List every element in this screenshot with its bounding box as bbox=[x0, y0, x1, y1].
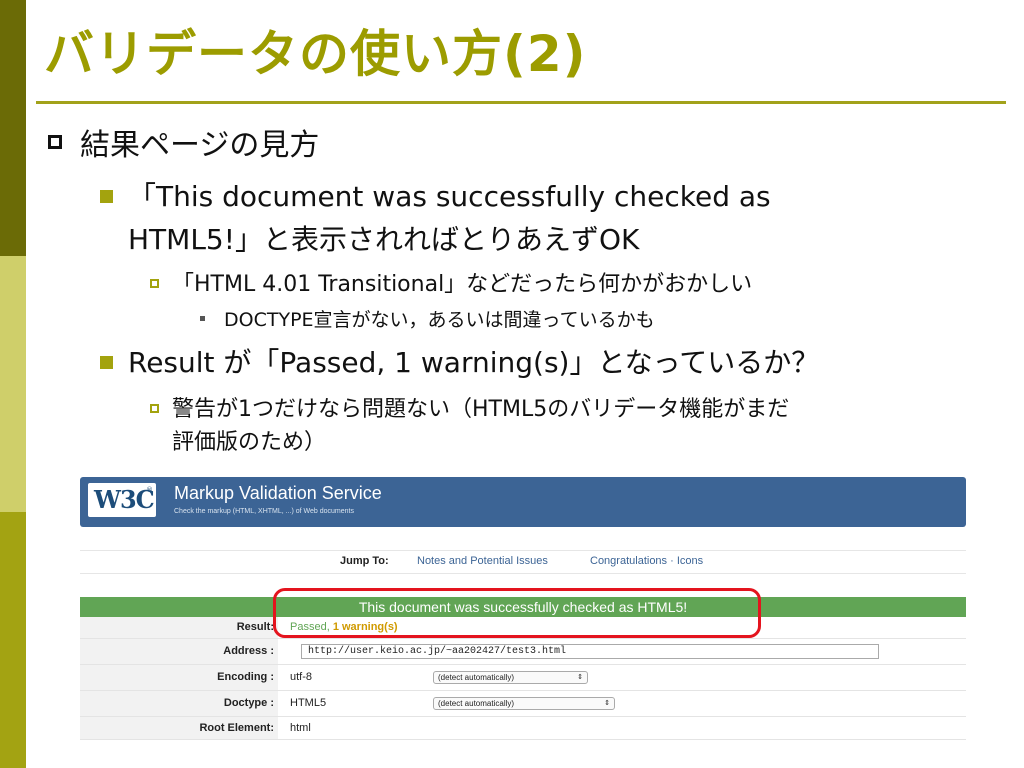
jump-to-bar: Jump To: Notes and Potential Issues Cong… bbox=[80, 550, 966, 574]
bullet-marker-level3 bbox=[150, 279, 159, 288]
bullet-marker-level1 bbox=[48, 135, 62, 149]
bullet-doctype: DOCTYPE宣言がない，あるいは間違っているかも bbox=[224, 309, 655, 331]
congratulations-icons-link[interactable]: Congratulations · Icons bbox=[590, 555, 703, 567]
encoding-select-value: (detect automatically) bbox=[438, 673, 515, 682]
doctype-value: HTML5 bbox=[290, 697, 327, 709]
bullet-warning-line2: 評価版のため） bbox=[172, 430, 327, 455]
left-decor-bar-middle bbox=[0, 256, 26, 512]
address-field[interactable]: http://user.keio.ac.jp/~aa202427/test3.h… bbox=[301, 644, 879, 659]
select-arrows-icon: ⇕ bbox=[577, 674, 583, 681]
validator-title: Markup Validation Service bbox=[174, 483, 382, 503]
encoding-select[interactable]: (detect automatically) ⇕ bbox=[433, 671, 588, 684]
slide-title: バリデータの使い方(2) bbox=[44, 25, 587, 83]
encoding-row: Encoding : utf-8 (detect automatically) … bbox=[80, 665, 966, 691]
doctype-label: Doctype : bbox=[80, 691, 278, 716]
w3c-logo[interactable]: W3C ® bbox=[88, 483, 156, 517]
select-arrows-icon: ⇕ bbox=[604, 700, 610, 707]
bullet-marker-level4 bbox=[200, 316, 205, 321]
bullet-transitional: 「HTML 4.01 Transitional」などだったら何かがおかしい bbox=[172, 272, 753, 297]
result-label: Result: bbox=[80, 617, 278, 638]
doctype-select-value: (detect automatically) bbox=[438, 699, 515, 708]
root-element-value: html bbox=[290, 722, 311, 734]
address-label: Address : bbox=[80, 639, 278, 664]
bullet-checked-line2: HTML5!」と表示されればとりあえずOK bbox=[128, 223, 640, 256]
highlight-annotation-box bbox=[273, 588, 761, 638]
bullet-marker-level2 bbox=[100, 190, 113, 203]
w3c-logo-text: W3C bbox=[94, 485, 155, 514]
bullet-warning-line1: 警告が1つだけなら問題ない（HTML5のバリデータ機能がまだ bbox=[172, 397, 790, 422]
root-element-row: Root Element: html bbox=[80, 717, 966, 740]
encoding-label: Encoding : bbox=[80, 665, 278, 690]
notes-issues-link[interactable]: Notes and Potential Issues bbox=[417, 555, 548, 567]
bullet-marker-level3 bbox=[150, 404, 159, 413]
address-row: Address : http://user.keio.ac.jp/~aa2024… bbox=[80, 639, 966, 665]
bullet-checked-line1: 「This document was successfully checked … bbox=[128, 180, 771, 213]
left-decor-bar-top bbox=[0, 0, 26, 256]
left-decor-bar-bottom bbox=[0, 512, 26, 768]
bullet-result-page: 結果ページの見方 bbox=[80, 128, 320, 163]
bullet-marker-level2 bbox=[100, 356, 113, 369]
bullet-result-passed: Result が「Passed, 1 warning(s)」となっているか？ bbox=[128, 346, 820, 379]
doctype-row: Doctype : HTML5 (detect automatically) ⇕ bbox=[80, 691, 966, 717]
encoding-value: utf-8 bbox=[290, 671, 313, 683]
title-divider bbox=[36, 101, 1006, 104]
root-element-label: Root Element: bbox=[80, 717, 278, 739]
jump-to-label: Jump To: bbox=[340, 555, 389, 567]
validator-header: W3C ® Markup Validation Service Check th… bbox=[80, 477, 966, 527]
doctype-select[interactable]: (detect automatically) ⇕ bbox=[433, 697, 615, 710]
registered-mark: ® bbox=[146, 486, 153, 494]
validator-subtitle: Check the markup (HTML, XHTML, ...) of W… bbox=[174, 508, 354, 515]
